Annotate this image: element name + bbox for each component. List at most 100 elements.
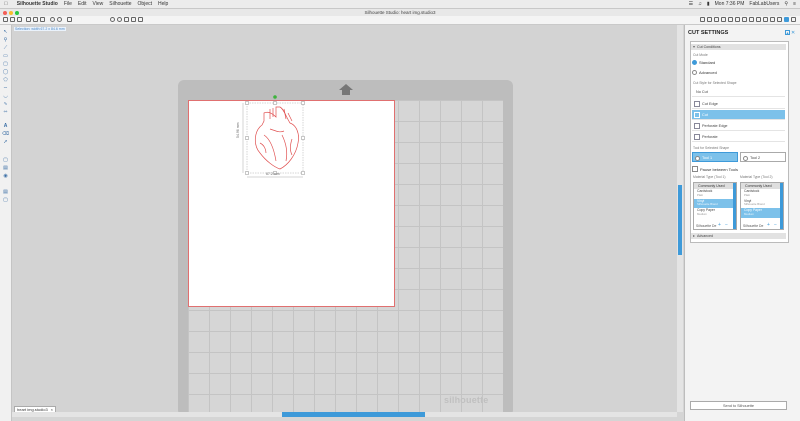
view-mode-icon[interactable]: ▢ [2, 157, 9, 163]
ellipse-tool-icon[interactable]: ◯ [2, 69, 9, 75]
rounded-rect-tool-icon[interactable]: ▢ [2, 61, 9, 67]
vertical-scroll-thumb[interactable] [678, 185, 682, 255]
zoom-in-icon[interactable] [110, 17, 115, 22]
fill-icon[interactable] [742, 17, 747, 22]
document-tab[interactable]: heart img.studio3 × [14, 406, 56, 412]
polygon-tool-icon[interactable]: ⬠ [2, 77, 9, 83]
text-tool-icon[interactable]: A [2, 123, 9, 129]
panel-toggle-icon[interactable]: ▤ [2, 189, 9, 195]
tool1-button[interactable]: Tool 1 [692, 152, 738, 162]
add-material-icon[interactable]: + [767, 222, 770, 228]
layers-icon[interactable]: ▤ [2, 165, 9, 171]
menubar-user[interactable]: FabLabUsers [749, 1, 779, 7]
line-tool-icon[interactable]: ⟋ [2, 45, 9, 51]
rotate-handle[interactable] [273, 95, 277, 99]
copy-icon[interactable] [33, 17, 38, 22]
list-scrollbar[interactable] [780, 183, 783, 229]
rectangle-tool-icon[interactable]: ▭ [2, 53, 9, 59]
volume-icon[interactable]: ♫ [698, 1, 702, 7]
battery-icon[interactable]: ▮ [707, 1, 710, 7]
replicate-icon[interactable] [763, 17, 768, 22]
paste-icon[interactable] [40, 17, 45, 22]
list-item[interactable]: Vinyl Silhouette Brand [694, 198, 736, 209]
menu-silhouette[interactable]: Silhouette [109, 1, 131, 7]
list-item[interactable]: Copy Paper Medium [694, 208, 736, 218]
resize-handles[interactable] [245, 101, 305, 175]
list-item[interactable]: Cardstock Plain [694, 189, 736, 199]
cut-settings-icon[interactable] [784, 17, 789, 22]
mode-advanced-option[interactable]: Advanced [692, 70, 717, 75]
globe-icon[interactable]: ◉ [2, 173, 9, 179]
zoom-out-icon[interactable] [117, 17, 122, 22]
zoom-fit-icon[interactable] [124, 17, 129, 22]
cut-option-perforate-edge[interactable]: Perforate Edge [692, 121, 785, 131]
panel-pin-icon[interactable]: ▴ [785, 30, 790, 35]
menu-view[interactable]: View [93, 1, 104, 7]
list-icon[interactable]: ≡ [793, 1, 796, 7]
remove-material-icon[interactable]: − [725, 222, 728, 228]
menu-file[interactable]: File [64, 1, 72, 7]
menu-edit[interactable]: Edit [78, 1, 87, 7]
send-to-silhouette-button[interactable]: Send to Silhouette [690, 401, 787, 410]
close-tab-icon[interactable]: × [51, 407, 53, 413]
design-store-icon[interactable] [707, 17, 712, 22]
curve-tool-icon[interactable]: ∽ [2, 85, 9, 91]
section-advanced[interactable]: Advanced [691, 233, 786, 239]
remove-material-icon[interactable]: − [774, 222, 777, 228]
search-icon[interactable]: ⚲ [784, 1, 788, 7]
library-icon[interactable] [714, 17, 719, 22]
cut-option-perforate[interactable]: Perforate [692, 132, 785, 142]
cut-option-cut[interactable]: Cut [692, 110, 785, 120]
pause-between-tools[interactable]: Pause between Tools [692, 166, 738, 172]
page-setup-icon[interactable] [700, 17, 705, 22]
cut-icon[interactable] [26, 17, 31, 22]
modify-icon[interactable] [770, 17, 775, 22]
pointer-tool-icon[interactable]: ↖ [2, 29, 9, 35]
freehand-tool-icon[interactable]: ∿ [2, 101, 9, 107]
menu-app-name[interactable]: Silhouette Studio [17, 1, 58, 7]
transform-icon[interactable] [756, 17, 761, 22]
text-style-icon[interactable] [749, 17, 754, 22]
list-scrollbar[interactable] [733, 183, 736, 229]
open-icon[interactable] [10, 17, 15, 22]
fullscreen-icon[interactable]: ▢ [2, 197, 9, 203]
list-item[interactable]: Cardstock Plain [741, 189, 783, 199]
tool2-button[interactable]: Tool 2 [740, 152, 786, 162]
close-window-button[interactable] [3, 10, 7, 15]
zoom-tool-icon[interactable]: ⚲ [2, 37, 9, 43]
send-icon[interactable] [791, 17, 796, 22]
apple-icon[interactable]:  [4, 1, 8, 7]
smooth-freehand-tool-icon[interactable]: ∾ [2, 109, 9, 115]
arc-tool-icon[interactable]: ◡ [2, 93, 9, 99]
new-document-icon[interactable] [3, 17, 8, 22]
add-material-icon[interactable]: + [718, 222, 721, 228]
radio-advanced[interactable] [692, 70, 697, 75]
wifi-icon[interactable]: ☰ [689, 1, 693, 7]
list-item[interactable]: Copy Paper Medium [741, 208, 783, 218]
color-icon[interactable] [728, 17, 733, 22]
redo-icon[interactable] [57, 17, 62, 22]
grid-icon[interactable] [721, 17, 726, 22]
offset-icon[interactable] [777, 17, 782, 22]
pause-checkbox[interactable] [692, 166, 698, 172]
menubar-clock[interactable]: Mon 7:36 PM [715, 1, 745, 7]
cut-option-no-cut[interactable]: No Cut [692, 87, 785, 97]
zoom-window-button[interactable] [15, 10, 19, 15]
line-style-icon[interactable] [735, 17, 740, 22]
zoom-select-icon[interactable] [131, 17, 136, 22]
material-list-tool1[interactable]: Commonly Used Cardstock Plain Vinyl Silhou… [693, 182, 737, 230]
pan-icon[interactable] [138, 17, 143, 22]
save-icon[interactable] [17, 17, 22, 22]
material-list-tool2[interactable]: Commonly Used Cardstock Plain Vinyl Silhou… [740, 182, 784, 230]
radio-standard[interactable] [692, 60, 697, 65]
select-icon[interactable] [67, 17, 72, 22]
mode-standard-option[interactable]: Standard [692, 60, 715, 65]
menu-help[interactable]: Help [158, 1, 168, 7]
list-item[interactable]: Vinyl Silhouette Brand [741, 199, 783, 209]
menu-object[interactable]: Object [138, 1, 152, 7]
minimize-window-button[interactable] [9, 10, 13, 15]
cut-option-cut-edge[interactable]: Cut Edge [692, 99, 785, 109]
panel-collapse-icon[interactable]: ✕ [791, 30, 795, 36]
horizontal-scroll-thumb[interactable] [282, 412, 425, 417]
knife-tool-icon[interactable]: ➚ [2, 139, 9, 145]
